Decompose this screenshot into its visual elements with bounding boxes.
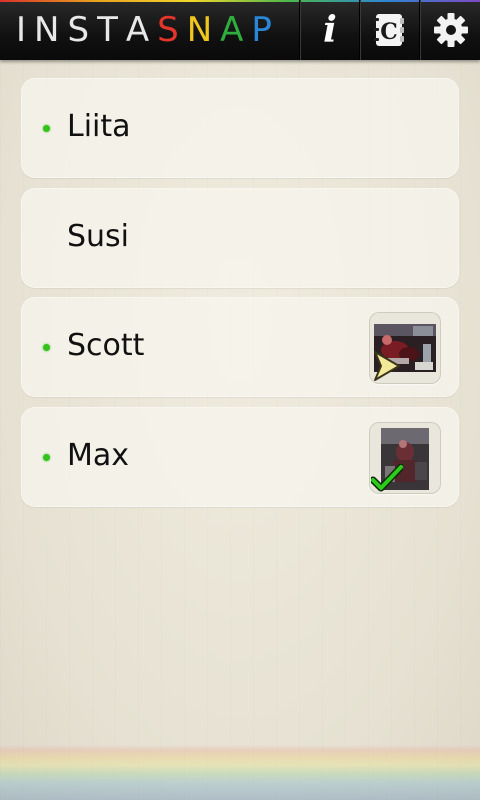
logo-letter: T bbox=[97, 10, 126, 50]
friend-name: Scott bbox=[67, 328, 145, 363]
logo-letter: P bbox=[251, 10, 280, 50]
snap-thumbnail[interactable] bbox=[369, 422, 441, 494]
contacts-button[interactable]: C bbox=[359, 0, 420, 60]
snap-thumbnail[interactable] bbox=[369, 312, 441, 384]
logo-letter: A bbox=[125, 10, 158, 50]
logo-letter: N bbox=[34, 10, 68, 50]
friend-name: Susi bbox=[67, 219, 130, 254]
contacts-book-icon: C bbox=[374, 14, 404, 46]
logo-letter: A bbox=[220, 10, 252, 50]
logo-letter: I bbox=[16, 10, 35, 50]
online-indicator bbox=[43, 125, 50, 132]
friend-name: Liita bbox=[67, 109, 131, 144]
svg-text:C: C bbox=[380, 19, 398, 45]
online-indicator bbox=[43, 344, 50, 351]
logo-letter: S bbox=[67, 10, 98, 50]
bottom-rainbow-fade bbox=[0, 745, 480, 800]
gear-icon bbox=[433, 13, 468, 47]
info-button[interactable]: i bbox=[299, 0, 360, 60]
top-app-bar: INSTASNAP i C bbox=[0, 0, 480, 60]
received-check-icon bbox=[371, 464, 403, 492]
app-logo: INSTASNAP bbox=[16, 10, 280, 50]
friend-row-susi[interactable]: Susi bbox=[21, 188, 459, 288]
settings-button[interactable] bbox=[419, 0, 480, 60]
logo-letter: N bbox=[186, 10, 221, 50]
friend-row-liita[interactable]: Liita bbox=[21, 78, 459, 178]
sent-arrow-icon bbox=[374, 351, 400, 381]
friend-row-scott[interactable]: Scott bbox=[21, 297, 459, 397]
friend-row-max[interactable]: Max bbox=[21, 407, 459, 507]
info-icon: i bbox=[323, 9, 337, 51]
online-indicator bbox=[43, 454, 50, 461]
friend-name: Max bbox=[67, 438, 130, 473]
logo-letter: S bbox=[157, 10, 187, 50]
